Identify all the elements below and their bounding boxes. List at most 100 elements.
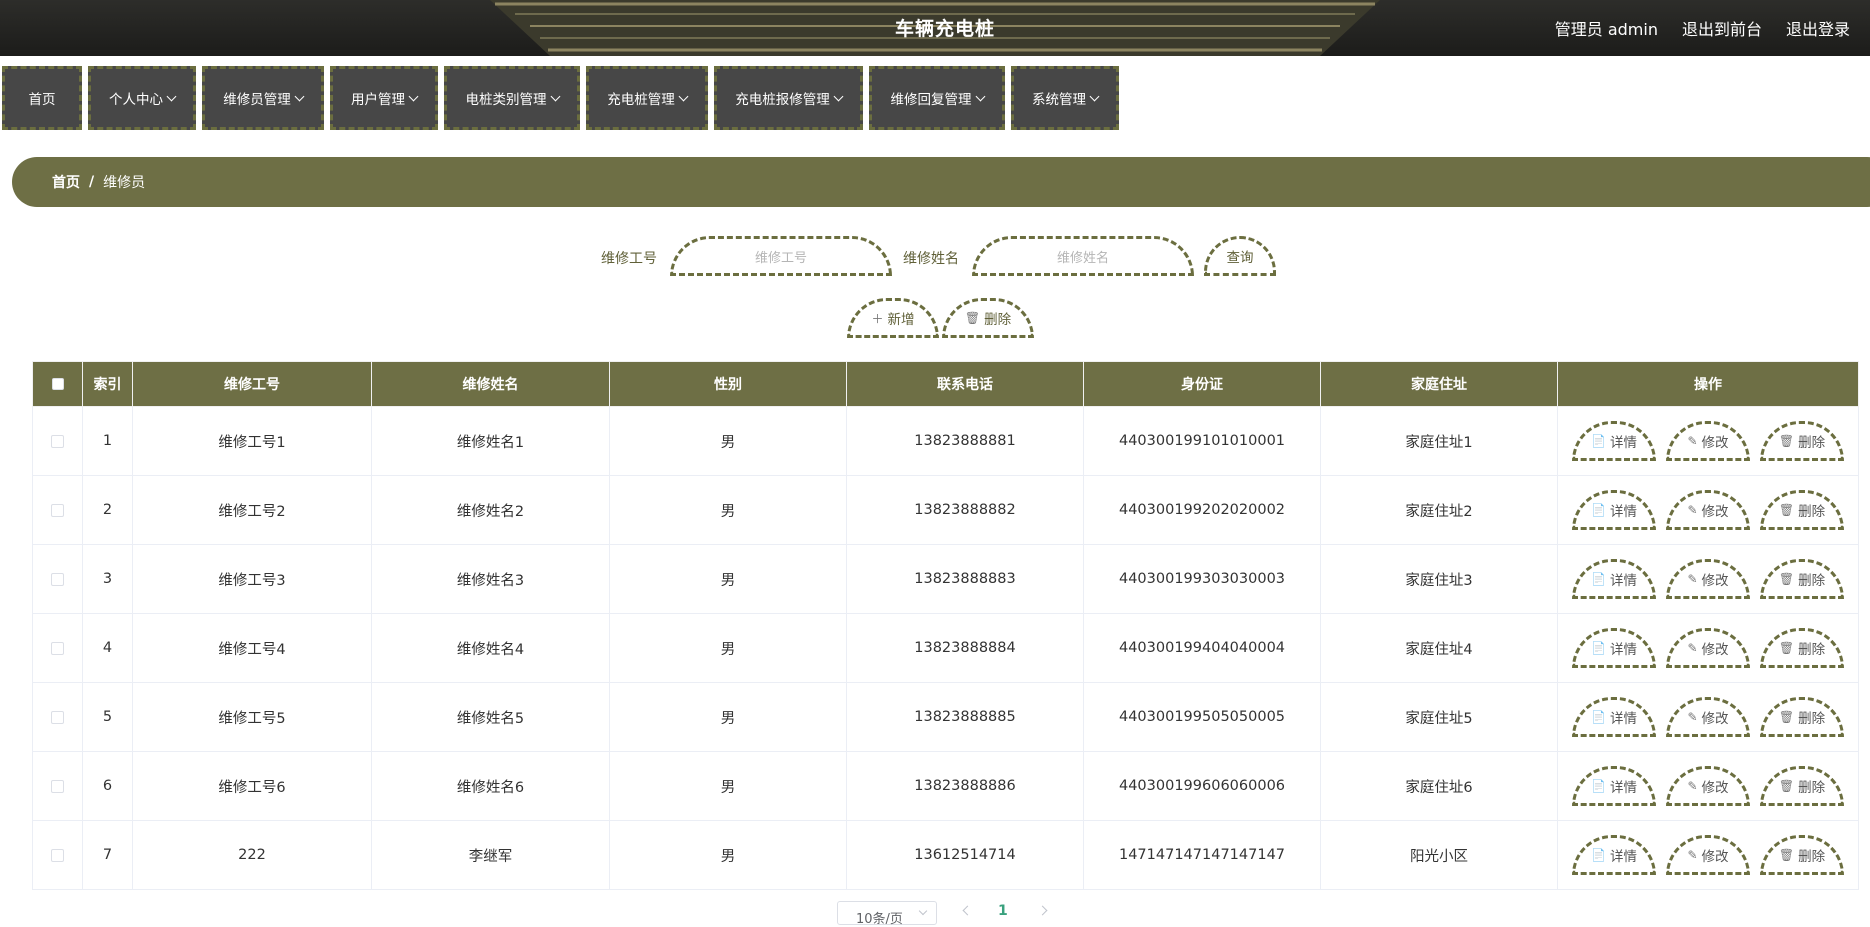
delete-button[interactable]: 🗑 删除 [1760,697,1844,737]
cell-gender: 男 [609,406,847,476]
delete-button[interactable]: 🗑 删除 [1760,766,1844,806]
worker-id-input[interactable]: 维修工号 [670,236,892,276]
nav-item-home[interactable]: 首页 [2,66,82,130]
nav-item-charging-pile-management[interactable]: 充电桩管理 [586,66,708,130]
row-checkbox[interactable] [51,434,64,448]
row-actions: 📄 详情 ✎ 修改 🗑 删除 [1558,835,1858,875]
page-number[interactable]: 1 [998,903,1008,919]
cell-id-card: 440300199505050005 [1083,682,1321,752]
cell-address: 家庭住址1 [1320,406,1558,476]
delete-button[interactable]: 🗑 删除 [1760,559,1844,599]
row-select-cell [32,613,83,683]
row-checkbox[interactable] [51,710,64,724]
delete-button[interactable]: 🗑 删除 [942,298,1034,338]
edit-button[interactable]: ✎ 修改 [1666,421,1750,461]
cell-address: 阳光小区 [1320,820,1558,890]
edit-button-label: 修改 [1701,780,1729,796]
prev-page-icon[interactable] [962,905,973,916]
row-select-cell [32,544,83,614]
cell-index: 3 [82,544,133,614]
detail-button[interactable]: 📄 详情 [1572,835,1656,875]
logout-link[interactable]: 退出登录 [1786,16,1850,40]
edit-button[interactable]: ✎ 修改 [1666,835,1750,875]
add-button-label: 新增 [887,312,915,328]
row-checkbox[interactable] [51,641,64,655]
cell-index: 1 [82,406,133,476]
repairman-table: 索引 维修工号 维修姓名 性别 联系电话 身份证 家庭住址 操作 1 维修工号1 维… [32,361,1859,890]
row-checkbox[interactable] [51,848,64,862]
plus-icon: ＋ [871,311,884,326]
pencil-icon: ✎ [1687,710,1698,724]
cell-phone: 13823888883 [846,544,1084,614]
edit-button[interactable]: ✎ 修改 [1666,628,1750,668]
chevron-down-icon [550,91,560,101]
edit-button[interactable]: ✎ 修改 [1666,559,1750,599]
row-actions-cell: 📄 详情 ✎ 修改 🗑 删除 [1557,544,1859,614]
select-all-checkbox[interactable] [51,378,64,390]
nav-item-system-management[interactable]: 系统管理 [1011,66,1119,130]
nav-item-repair-report-management[interactable]: 充电桩报修管理 [714,66,863,130]
cell-address: 家庭住址5 [1320,682,1558,752]
nav-item-label: 用户管理 [351,92,405,108]
row-checkbox[interactable] [51,572,64,586]
add-button[interactable]: ＋ 新增 [847,298,939,338]
detail-button[interactable]: 📄 详情 [1572,490,1656,530]
cell-address: 家庭住址2 [1320,475,1558,545]
delete-button[interactable]: 🗑 删除 [1760,421,1844,461]
worker-name-input[interactable]: 维修姓名 [972,236,1194,276]
delete-button[interactable]: 🗑 删除 [1760,490,1844,530]
breadcrumb-home[interactable]: 首页 [52,172,80,192]
edit-button[interactable]: ✎ 修改 [1666,697,1750,737]
table-row: 4 维修工号4 维修姓名4 男 13823888884 44030019940404000… [32,613,1859,683]
top-header: 车辆充电桩 管理员 admin 退出到前台 退出登录 [0,0,1870,56]
table-row: 6 维修工号6 维修姓名6 男 13823888886 44030019960606000… [32,751,1859,821]
chevron-down-icon [294,91,305,101]
row-actions: 📄 详情 ✎ 修改 🗑 删除 [1558,766,1858,806]
delete-button[interactable]: 🗑 删除 [1760,835,1844,875]
delete-button[interactable]: 🗑 删除 [1760,628,1844,668]
cell-worker-id: 维修工号2 [132,475,372,545]
detail-button-label: 详情 [1609,435,1637,451]
edit-button[interactable]: ✎ 修改 [1666,766,1750,806]
cell-phone: 13823888885 [846,682,1084,752]
nav-item-user-management[interactable]: 用户管理 [330,66,438,130]
delete-button-label: 删除 [1798,642,1826,658]
page-size-select[interactable]: 10条/页 [837,901,937,927]
row-checkbox[interactable] [51,503,64,517]
nav-item-pile-category-management[interactable]: 电桩类别管理 [444,66,580,130]
table-body: 1 维修工号1 维修姓名1 男 13823888881 44030019910101000… [32,406,1859,890]
next-page-icon[interactable] [1037,905,1048,916]
exit-to-front-link[interactable]: 退出到前台 [1682,16,1762,40]
detail-button[interactable]: 📄 详情 [1572,559,1656,599]
trash-icon: 🗑 [1778,503,1795,517]
trash-icon: 🗑 [1778,641,1795,655]
cell-id-card: 440300199606060006 [1083,751,1321,821]
edit-button-label: 修改 [1701,573,1729,589]
document-icon: 📄 [1591,503,1606,517]
detail-button[interactable]: 📄 详情 [1572,766,1656,806]
nav-item-label: 维修员管理 [223,92,291,108]
trash-icon: 🗑 [1778,848,1795,862]
edit-button[interactable]: ✎ 修改 [1666,490,1750,530]
nav-item-repairman-management[interactable]: 维修员管理 [202,66,324,130]
row-actions: 📄 详情 ✎ 修改 🗑 删除 [1558,697,1858,737]
cell-address: 家庭住址3 [1320,544,1558,614]
row-actions-cell: 📄 详情 ✎ 修改 🗑 删除 [1557,613,1859,683]
detail-button[interactable]: 📄 详情 [1572,697,1656,737]
cell-gender: 男 [609,475,847,545]
row-actions-cell: 📄 详情 ✎ 修改 🗑 删除 [1557,475,1859,545]
chevron-down-icon [408,91,419,101]
query-button[interactable]: 查询 [1204,236,1276,276]
cell-id-card: 440300199303030003 [1083,544,1321,614]
detail-button-label: 详情 [1609,504,1637,520]
cell-id-card: 440300199202020002 [1083,475,1321,545]
detail-button[interactable]: 📄 详情 [1572,421,1656,461]
detail-button[interactable]: 📄 详情 [1572,628,1656,668]
row-checkbox[interactable] [51,779,64,793]
nav-item-label: 首页 [28,92,56,108]
pencil-icon: ✎ [1687,779,1698,793]
nav-item-repair-reply-management[interactable]: 维修回复管理 [869,66,1005,130]
nav-item-personal-center[interactable]: 个人中心 [88,66,196,130]
worker-id-label: 维修工号 [601,251,657,267]
delete-button-label: 删除 [1798,435,1826,451]
